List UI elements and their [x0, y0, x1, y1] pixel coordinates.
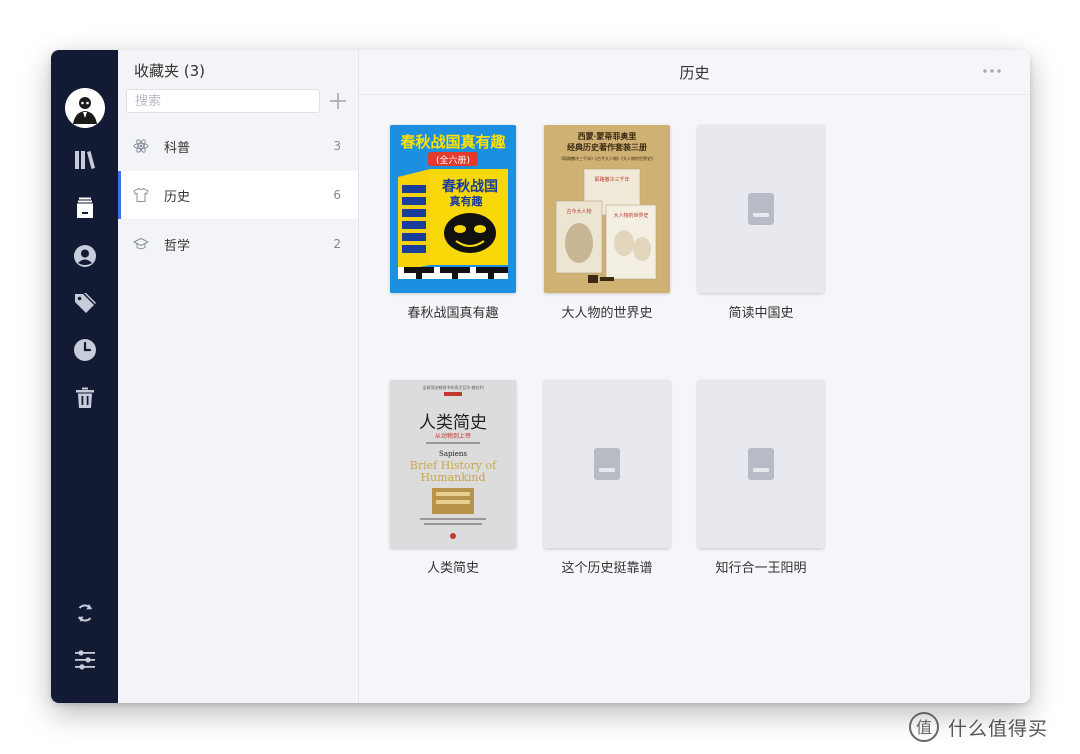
collection-label: 历史	[164, 189, 191, 205]
book-placeholder-icon	[748, 193, 774, 225]
collection-item-science[interactable]: 科普 3	[118, 122, 358, 170]
collections-title: 收藏夹 (3)	[134, 62, 206, 80]
cover-art: 西蒙·蒙蒂菲奥里 经典历史著作套装三册 《耶路撒冷三千年》《古今大人物》《大人物…	[544, 125, 670, 293]
book-card[interactable]: 春秋战国真有趣 (全六册) 春秋战国 真有趣 春秋战国真有趣	[390, 125, 516, 325]
collection-label: 科普	[164, 140, 191, 156]
search-input[interactable]	[126, 89, 320, 113]
book-cover-placeholder	[698, 125, 824, 293]
cover-art: 全球顶尖畅销书作家尤瓦尔·赫拉利 人类简史 从动物到上帝 Sapiens Bri…	[390, 380, 516, 548]
tag-icon[interactable]	[71, 289, 99, 317]
book-cover-placeholder	[698, 380, 824, 548]
svg-text:全球顶尖畅销书作家尤瓦尔·赫拉利: 全球顶尖畅销书作家尤瓦尔·赫拉利	[422, 384, 483, 390]
book-cover: 西蒙·蒙蒂菲奥里 经典历史著作套装三册 《耶路撒冷三千年》《古今大人物》《大人物…	[544, 125, 670, 293]
collection-item-philosophy[interactable]: 哲学 2	[118, 220, 358, 268]
user-icon[interactable]	[71, 242, 99, 270]
more-dots-icon	[983, 69, 1001, 73]
zhidemai-logo-icon: 值	[909, 712, 939, 742]
nav-rail	[51, 50, 118, 703]
svg-text:西蒙·蒙蒂菲奥里: 西蒙·蒙蒂菲奥里	[578, 131, 637, 141]
shirt-icon	[133, 187, 149, 203]
book-placeholder-icon	[594, 448, 620, 480]
main-area: 历史 春秋战国真有趣 (全六册) 春秋战国 真有趣 春秋战国真有趣 西蒙·蒙蒂菲…	[359, 50, 1030, 703]
collections-icon[interactable]	[71, 194, 99, 222]
add-collection-button[interactable]	[327, 90, 349, 112]
svg-text:春秋战国: 春秋战国	[441, 178, 498, 195]
svg-text:Sapiens: Sapiens	[439, 450, 467, 458]
collection-count: 6	[333, 188, 341, 202]
svg-text:经典历史著作套装三册: 经典历史著作套装三册	[567, 142, 647, 152]
book-title: 人类简史	[426, 561, 479, 576]
svg-text:人类简史: 人类简史	[419, 413, 487, 433]
watermark: 值 什么值得买	[908, 710, 1048, 744]
book-cover: 全球顶尖畅销书作家尤瓦尔·赫拉利 人类简史 从动物到上帝 Sapiens Bri…	[390, 380, 516, 548]
library-icon[interactable]	[71, 146, 99, 174]
collection-count: 3	[333, 139, 341, 153]
book-title: 知行合一王阳明	[715, 561, 807, 576]
plus-icon	[330, 93, 346, 109]
book-title: 这个历史挺靠谱	[561, 561, 653, 576]
svg-text:大人物的世界史: 大人物的世界史	[613, 212, 648, 219]
book-card[interactable]: 西蒙·蒙蒂菲奥里 经典历史著作套装三册 《耶路撒冷三千年》《古今大人物》《大人物…	[544, 125, 670, 325]
book-title: 简读中国史	[728, 306, 794, 321]
graduation-cap-icon	[133, 236, 149, 252]
cover-art: 春秋战国真有趣 (全六册) 春秋战国 真有趣	[390, 125, 516, 293]
svg-text:值: 值	[916, 718, 932, 737]
book-cover-placeholder	[544, 380, 670, 548]
avatar[interactable]	[65, 88, 105, 128]
watermark-text: 什么值得买	[948, 717, 1049, 740]
book-cover: 春秋战国真有趣 (全六册) 春秋战国 真有趣	[390, 125, 516, 293]
svg-text:从动物到上帝: 从动物到上帝	[435, 432, 471, 440]
svg-text:《耶路撒冷三千年》《古今大人物》《大人物的世界史》: 《耶路撒冷三千年》《古今大人物》《大人物的世界史》	[559, 155, 655, 161]
sync-icon[interactable]	[71, 599, 99, 627]
clock-icon[interactable]	[71, 336, 99, 364]
svg-text:春秋战国真有趣: 春秋战国真有趣	[400, 133, 506, 151]
app-window: 收藏夹 (3) 科普 3	[51, 50, 1030, 703]
trash-icon[interactable]	[71, 384, 99, 412]
collection-item-history[interactable]: 历史 6	[118, 171, 358, 219]
book-card[interactable]: 这个历史挺靠谱	[544, 380, 670, 580]
svg-text:真有趣: 真有趣	[450, 194, 484, 208]
page-title: 历史	[679, 63, 710, 82]
atom-icon	[133, 138, 149, 154]
collection-count: 2	[333, 237, 341, 251]
svg-text:Humankind: Humankind	[420, 471, 485, 484]
svg-text:耶路撒冷三千年: 耶路撒冷三千年	[594, 176, 629, 183]
book-card[interactable]: 全球顶尖畅销书作家尤瓦尔·赫拉利 人类简史 从动物到上帝 Sapiens Bri…	[390, 380, 516, 580]
collection-label: 哲学	[164, 238, 191, 254]
main-header: 历史	[359, 50, 1030, 95]
svg-text:古今大人物: 古今大人物	[566, 208, 591, 215]
collections-panel: 收藏夹 (3) 科普 3	[118, 50, 359, 703]
avatar-image	[65, 88, 105, 128]
svg-text:(全六册): (全六册)	[436, 154, 470, 166]
settings-sliders-icon[interactable]	[71, 646, 99, 674]
book-card[interactable]: 简读中国史	[698, 125, 824, 325]
book-title: 春秋战国真有趣	[407, 306, 499, 321]
book-placeholder-icon	[748, 448, 774, 480]
book-title: 大人物的世界史	[561, 306, 653, 321]
book-card[interactable]: 知行合一王阳明	[698, 380, 824, 580]
more-options-button[interactable]	[980, 62, 1004, 80]
